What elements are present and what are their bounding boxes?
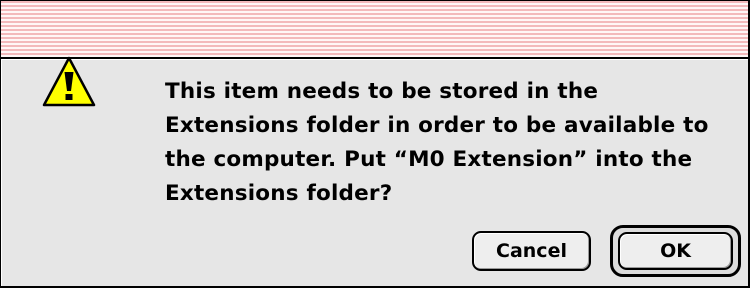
default-button-ring: OK bbox=[610, 225, 741, 277]
dialog-title-bar[interactable] bbox=[1, 1, 748, 59]
caution-icon bbox=[41, 55, 97, 109]
alert-message: This item needs to be stored in the Exte… bbox=[165, 79, 709, 206]
alert-dialog: This item needs to be stored in the Exte… bbox=[0, 0, 750, 288]
cancel-button[interactable]: Cancel bbox=[472, 231, 591, 271]
ok-button[interactable]: OK bbox=[618, 232, 733, 270]
